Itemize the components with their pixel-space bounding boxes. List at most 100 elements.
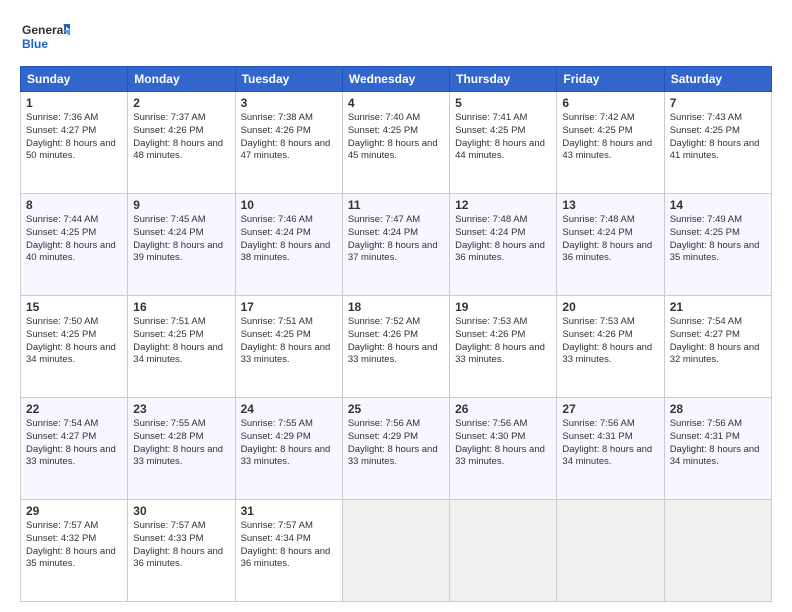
day-cell-23: 23 Sunrise: 7:55 AMSunset: 4:28 PMDaylig… [128, 398, 235, 500]
day-cell-15: 15 Sunrise: 7:50 AMSunset: 4:25 PMDaylig… [21, 296, 128, 398]
day-number: 8 [26, 198, 122, 212]
day-info: Sunrise: 7:51 AMSunset: 4:25 PMDaylight:… [133, 316, 223, 365]
weekday-header-tuesday: Tuesday [235, 67, 342, 92]
day-info: Sunrise: 7:55 AMSunset: 4:28 PMDaylight:… [133, 418, 223, 467]
day-cell-10: 10 Sunrise: 7:46 AMSunset: 4:24 PMDaylig… [235, 194, 342, 296]
weekday-header-wednesday: Wednesday [342, 67, 449, 92]
day-number: 12 [455, 198, 551, 212]
calendar-week-2: 8 Sunrise: 7:44 AMSunset: 4:25 PMDayligh… [21, 194, 772, 296]
day-number: 7 [670, 96, 766, 110]
day-cell-14: 14 Sunrise: 7:49 AMSunset: 4:25 PMDaylig… [664, 194, 771, 296]
day-info: Sunrise: 7:57 AMSunset: 4:33 PMDaylight:… [133, 520, 223, 569]
day-info: Sunrise: 7:46 AMSunset: 4:24 PMDaylight:… [241, 214, 331, 263]
day-cell-17: 17 Sunrise: 7:51 AMSunset: 4:25 PMDaylig… [235, 296, 342, 398]
day-number: 17 [241, 300, 337, 314]
day-cell-5: 5 Sunrise: 7:41 AMSunset: 4:25 PMDayligh… [450, 92, 557, 194]
day-cell-22: 22 Sunrise: 7:54 AMSunset: 4:27 PMDaylig… [21, 398, 128, 500]
header: General Blue [20, 18, 772, 58]
day-info: Sunrise: 7:36 AMSunset: 4:27 PMDaylight:… [26, 112, 116, 161]
day-cell-4: 4 Sunrise: 7:40 AMSunset: 4:25 PMDayligh… [342, 92, 449, 194]
day-number: 28 [670, 402, 766, 416]
empty-cell [557, 500, 664, 602]
day-number: 2 [133, 96, 229, 110]
day-cell-6: 6 Sunrise: 7:42 AMSunset: 4:25 PMDayligh… [557, 92, 664, 194]
calendar-week-3: 15 Sunrise: 7:50 AMSunset: 4:25 PMDaylig… [21, 296, 772, 398]
weekday-header-saturday: Saturday [664, 67, 771, 92]
day-info: Sunrise: 7:54 AMSunset: 4:27 PMDaylight:… [670, 316, 760, 365]
day-number: 3 [241, 96, 337, 110]
logo-svg: General Blue [20, 18, 70, 58]
day-number: 1 [26, 96, 122, 110]
day-info: Sunrise: 7:53 AMSunset: 4:26 PMDaylight:… [562, 316, 652, 365]
day-number: 21 [670, 300, 766, 314]
empty-cell [664, 500, 771, 602]
day-number: 19 [455, 300, 551, 314]
calendar-week-5: 29 Sunrise: 7:57 AMSunset: 4:32 PMDaylig… [21, 500, 772, 602]
day-cell-7: 7 Sunrise: 7:43 AMSunset: 4:25 PMDayligh… [664, 92, 771, 194]
svg-text:General: General [22, 23, 67, 37]
logo: General Blue [20, 18, 70, 58]
page: General Blue SundayMondayTuesdayWednesda… [0, 0, 792, 612]
day-info: Sunrise: 7:48 AMSunset: 4:24 PMDaylight:… [562, 214, 652, 263]
day-cell-28: 28 Sunrise: 7:56 AMSunset: 4:31 PMDaylig… [664, 398, 771, 500]
day-cell-20: 20 Sunrise: 7:53 AMSunset: 4:26 PMDaylig… [557, 296, 664, 398]
weekday-header-monday: Monday [128, 67, 235, 92]
day-cell-26: 26 Sunrise: 7:56 AMSunset: 4:30 PMDaylig… [450, 398, 557, 500]
day-info: Sunrise: 7:44 AMSunset: 4:25 PMDaylight:… [26, 214, 116, 263]
day-cell-21: 21 Sunrise: 7:54 AMSunset: 4:27 PMDaylig… [664, 296, 771, 398]
day-cell-11: 11 Sunrise: 7:47 AMSunset: 4:24 PMDaylig… [342, 194, 449, 296]
day-cell-27: 27 Sunrise: 7:56 AMSunset: 4:31 PMDaylig… [557, 398, 664, 500]
day-cell-30: 30 Sunrise: 7:57 AMSunset: 4:33 PMDaylig… [128, 500, 235, 602]
day-number: 18 [348, 300, 444, 314]
calendar-week-4: 22 Sunrise: 7:54 AMSunset: 4:27 PMDaylig… [21, 398, 772, 500]
day-number: 4 [348, 96, 444, 110]
day-cell-19: 19 Sunrise: 7:53 AMSunset: 4:26 PMDaylig… [450, 296, 557, 398]
day-info: Sunrise: 7:56 AMSunset: 4:31 PMDaylight:… [670, 418, 760, 467]
day-cell-31: 31 Sunrise: 7:57 AMSunset: 4:34 PMDaylig… [235, 500, 342, 602]
day-info: Sunrise: 7:41 AMSunset: 4:25 PMDaylight:… [455, 112, 545, 161]
day-cell-2: 2 Sunrise: 7:37 AMSunset: 4:26 PMDayligh… [128, 92, 235, 194]
day-cell-3: 3 Sunrise: 7:38 AMSunset: 4:26 PMDayligh… [235, 92, 342, 194]
day-cell-16: 16 Sunrise: 7:51 AMSunset: 4:25 PMDaylig… [128, 296, 235, 398]
day-info: Sunrise: 7:48 AMSunset: 4:24 PMDaylight:… [455, 214, 545, 263]
day-info: Sunrise: 7:56 AMSunset: 4:31 PMDaylight:… [562, 418, 652, 467]
day-number: 13 [562, 198, 658, 212]
day-number: 15 [26, 300, 122, 314]
day-cell-24: 24 Sunrise: 7:55 AMSunset: 4:29 PMDaylig… [235, 398, 342, 500]
day-number: 11 [348, 198, 444, 212]
day-cell-25: 25 Sunrise: 7:56 AMSunset: 4:29 PMDaylig… [342, 398, 449, 500]
day-info: Sunrise: 7:37 AMSunset: 4:26 PMDaylight:… [133, 112, 223, 161]
svg-text:Blue: Blue [22, 37, 48, 51]
day-cell-1: 1 Sunrise: 7:36 AMSunset: 4:27 PMDayligh… [21, 92, 128, 194]
day-number: 26 [455, 402, 551, 416]
day-number: 10 [241, 198, 337, 212]
day-number: 14 [670, 198, 766, 212]
day-info: Sunrise: 7:56 AMSunset: 4:30 PMDaylight:… [455, 418, 545, 467]
empty-cell [342, 500, 449, 602]
day-cell-13: 13 Sunrise: 7:48 AMSunset: 4:24 PMDaylig… [557, 194, 664, 296]
day-info: Sunrise: 7:47 AMSunset: 4:24 PMDaylight:… [348, 214, 438, 263]
day-cell-29: 29 Sunrise: 7:57 AMSunset: 4:32 PMDaylig… [21, 500, 128, 602]
day-info: Sunrise: 7:40 AMSunset: 4:25 PMDaylight:… [348, 112, 438, 161]
day-info: Sunrise: 7:49 AMSunset: 4:25 PMDaylight:… [670, 214, 760, 263]
weekday-header-row: SundayMondayTuesdayWednesdayThursdayFrid… [21, 67, 772, 92]
day-number: 16 [133, 300, 229, 314]
day-info: Sunrise: 7:51 AMSunset: 4:25 PMDaylight:… [241, 316, 331, 365]
day-cell-9: 9 Sunrise: 7:45 AMSunset: 4:24 PMDayligh… [128, 194, 235, 296]
day-info: Sunrise: 7:54 AMSunset: 4:27 PMDaylight:… [26, 418, 116, 467]
day-info: Sunrise: 7:50 AMSunset: 4:25 PMDaylight:… [26, 316, 116, 365]
day-number: 27 [562, 402, 658, 416]
day-info: Sunrise: 7:43 AMSunset: 4:25 PMDaylight:… [670, 112, 760, 161]
day-cell-12: 12 Sunrise: 7:48 AMSunset: 4:24 PMDaylig… [450, 194, 557, 296]
day-number: 20 [562, 300, 658, 314]
day-info: Sunrise: 7:45 AMSunset: 4:24 PMDaylight:… [133, 214, 223, 263]
empty-cell [450, 500, 557, 602]
weekday-header-thursday: Thursday [450, 67, 557, 92]
day-number: 25 [348, 402, 444, 416]
day-info: Sunrise: 7:53 AMSunset: 4:26 PMDaylight:… [455, 316, 545, 365]
day-info: Sunrise: 7:57 AMSunset: 4:34 PMDaylight:… [241, 520, 331, 569]
day-number: 6 [562, 96, 658, 110]
weekday-header-sunday: Sunday [21, 67, 128, 92]
day-number: 29 [26, 504, 122, 518]
day-number: 31 [241, 504, 337, 518]
